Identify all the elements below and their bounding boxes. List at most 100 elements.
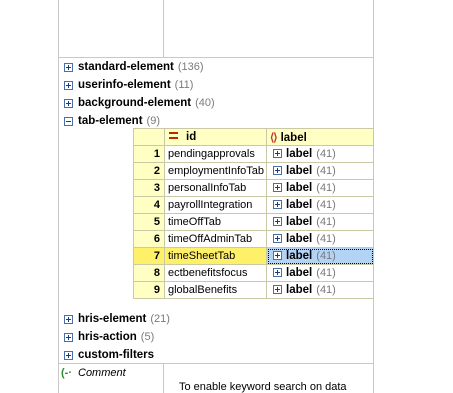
tree-node-label: hris-element [78,313,147,325]
label-cell-text: label [286,148,313,160]
tree-node-label: userinfo-element [78,79,171,91]
tree-node-count: (21) [150,313,170,325]
label-cell-count: (41) [316,233,336,245]
label-cell-text: label [286,182,313,194]
expand-icon[interactable] [273,200,282,209]
expand-icon[interactable] [273,268,282,277]
table-row[interactable]: 9 globalBenefits label (41) [133,281,374,299]
label-cell-count: (41) [316,199,336,211]
label-cell[interactable]: label (41) [266,247,374,265]
table-row[interactable]: 1 pendingapprovals label (41) [133,145,374,163]
label-cell-text: label [286,250,313,262]
comment-label: Comment [78,367,126,379]
label-cell[interactable]: label (41) [266,145,374,163]
label-cell-count: (41) [316,148,336,160]
expand-icon[interactable] [273,149,282,158]
label-cell-text: label [286,233,313,245]
id-header-label: id [186,131,197,143]
label-column-header[interactable]: ⟨⟩ label [266,128,374,146]
id-cell[interactable]: pendingapprovals [164,145,267,163]
braces-icon: ⟨⟩ [270,131,278,144]
expand-icon[interactable] [64,332,73,342]
expand-icon[interactable] [64,350,73,360]
row-number: 7 [133,247,165,265]
id-cell[interactable]: timeSheetTab [164,247,267,265]
label-cell[interactable]: label (41) [266,281,374,299]
id-cell[interactable]: timeOffTab [164,213,267,231]
row-number: 2 [133,162,165,180]
label-cell-count: (41) [316,267,336,279]
comment-text: To enable keyword search on data [179,381,347,393]
tree-node-count: (9) [146,115,160,127]
id-cell[interactable]: personalInfoTab [164,179,267,197]
expand-icon[interactable] [64,62,73,72]
expand-icon[interactable] [273,234,282,243]
row-number: 4 [133,196,165,214]
expand-icon[interactable] [64,314,73,324]
tree-node-hris-action[interactable]: hris-action (5) [59,328,372,346]
label-cell[interactable]: label (41) [266,230,374,248]
table-row[interactable]: 3 personalInfoTab label (41) [133,179,374,197]
id-column-header[interactable]: id [164,128,267,146]
label-cell-count: (41) [316,216,336,228]
expand-icon[interactable] [64,80,73,90]
collapse-icon[interactable] [64,116,73,126]
tree-node-count: (5) [140,331,155,343]
expand-icon[interactable] [273,183,282,192]
id-cell[interactable]: timeOffAdminTab [164,230,267,248]
tree-node-label: background-element [78,97,192,109]
table-row[interactable]: 8 ectbenefitsfocus label (41) [133,264,374,282]
frame-divider-bottom [163,364,164,393]
table-row[interactable]: 6 timeOffAdminTab label (41) [133,230,374,248]
label-cell[interactable]: label (41) [266,196,374,214]
tab-element-table: id ⟨⟩ label 1 pendingapprovals label (41) 2 e… [133,128,374,299]
tree-node-userinfo-element[interactable]: userinfo-element (11) [59,76,372,94]
tree-node-background-element[interactable]: background-element (40) [59,94,372,112]
row-number: 5 [133,213,165,231]
label-cell-count: (41) [316,284,336,296]
label-cell[interactable]: label (41) [266,264,374,282]
tree-node-count: (136) [177,61,204,73]
expand-icon[interactable] [273,251,282,260]
id-cell[interactable]: payrollIntegration [164,196,267,214]
tree-node-label: hris-action [78,331,137,343]
tree-node-count: (40) [195,97,215,109]
tree-node-label: tab-element [78,115,143,127]
table-row[interactable]: 2 employmentInfoTab label (41) [133,162,374,180]
id-cell[interactable]: ectbenefitsfocus [164,264,267,282]
row-number: 1 [133,145,165,163]
label-cell-text: label [286,267,313,279]
label-cell-text: label [286,284,313,296]
expand-icon[interactable] [273,217,282,226]
expand-icon[interactable] [273,285,282,294]
tree-node-custom-filters[interactable]: custom-filters [59,346,372,364]
row-number: 3 [133,179,165,197]
id-cell[interactable]: globalBenefits [164,281,267,299]
label-cell[interactable]: label (41) [266,179,374,197]
tree-node-hris-element[interactable]: hris-element (21) [59,310,372,328]
table-row[interactable]: 7 timeSheetTab label (41) [133,247,374,265]
row-number: 8 [133,264,165,282]
label-cell-text: label [286,165,313,177]
table-row[interactable]: 4 payrollIntegration label (41) [133,196,374,214]
expand-icon[interactable] [273,166,282,175]
label-cell[interactable]: label (41) [266,213,374,231]
id-cell[interactable]: employmentInfoTab [164,162,267,180]
row-number: 6 [133,230,165,248]
label-cell-count: (41) [316,182,336,194]
tree-node-label: standard-element [78,61,174,73]
expand-icon[interactable] [64,98,73,108]
tree-node-label: custom-filters [78,349,155,361]
label-cell-text: label [286,199,313,211]
table-header-row: id ⟨⟩ label [133,128,374,146]
tree-node-standard-element[interactable]: standard-element (136) [59,58,372,76]
tree-node-count: (11) [174,79,194,91]
comment-row[interactable]: (-· Comment [59,364,126,382]
row-number: 9 [133,281,165,299]
label-header-label: label [280,131,307,144]
row-number-header [133,128,165,146]
table-row[interactable]: 5 timeOffTab label (41) [133,213,374,231]
label-cell-count: (41) [316,165,336,177]
equals-icon [169,132,178,139]
label-cell[interactable]: label (41) [266,162,374,180]
